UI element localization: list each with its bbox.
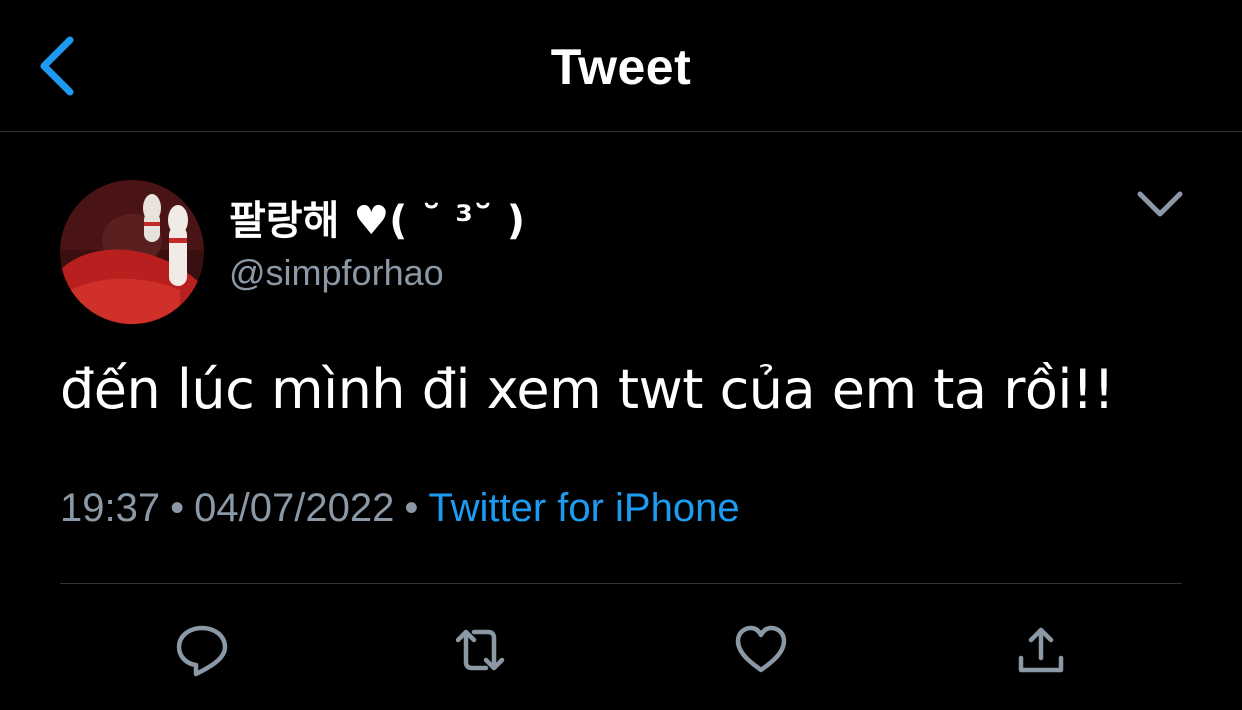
reply-icon	[176, 625, 228, 677]
tweet-source-link[interactable]: Twitter for iPhone	[428, 486, 739, 530]
tweet-date: 04/07/2022	[194, 486, 395, 530]
tweet-text: đến lúc mình đi xem twt của em ta rồi!!	[60, 358, 1115, 421]
retweet-button[interactable]	[452, 622, 508, 678]
divider	[60, 583, 1182, 584]
reply-button[interactable]	[174, 622, 230, 678]
tweet-time: 19:37	[60, 486, 161, 530]
top-bar: Tweet	[0, 0, 1242, 132]
chevron-down-icon	[1137, 191, 1183, 217]
author-display-name[interactable]: 팔랑해 ♥( ˘ ³˘ )	[229, 188, 525, 246]
like-button[interactable]	[733, 622, 789, 678]
avatar[interactable]	[60, 180, 204, 324]
tweet-metadata: 19:37 • 04/07/2022 • Twitter for iPhone	[60, 486, 740, 531]
share-icon	[1018, 627, 1064, 673]
avatar-image	[60, 180, 204, 324]
retweet-icon	[455, 629, 505, 671]
separator-dot: •	[170, 486, 185, 530]
author-handle[interactable]: @simpforhao	[229, 252, 444, 294]
separator-dot: •	[404, 486, 419, 530]
page-title: Tweet	[550, 39, 692, 95]
more-options-button[interactable]	[1132, 184, 1188, 224]
share-button[interactable]	[1013, 622, 1069, 678]
heart-icon	[735, 625, 787, 673]
